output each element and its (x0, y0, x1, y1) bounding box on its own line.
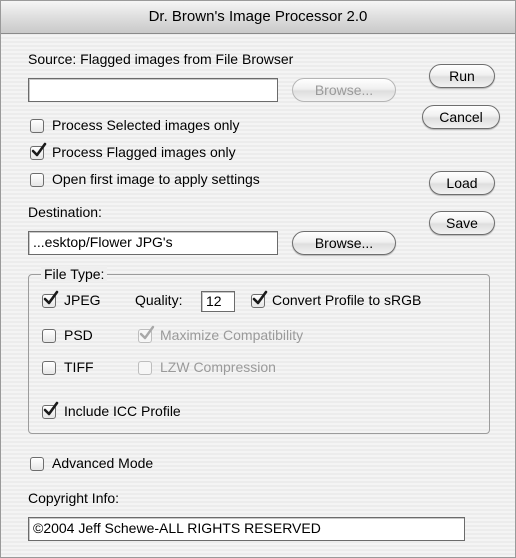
process-selected-label: Process Selected images only (52, 117, 240, 133)
open-first-image-checkbox[interactable] (30, 173, 44, 187)
convert-profile-label: Convert Profile to sRGB (272, 292, 422, 308)
cancel-button[interactable]: Cancel (422, 105, 500, 129)
process-selected-checkbox[interactable] (30, 119, 44, 133)
tiff-checkbox[interactable] (42, 361, 56, 375)
file-type-title: File Type: (41, 266, 108, 282)
maximize-compatibility-checkbox[interactable] (138, 325, 155, 343)
process-flagged-label: Process Flagged images only (52, 144, 236, 160)
copyright-label: Copyright Info: (28, 490, 120, 506)
lzw-compression-label: LZW Compression (160, 359, 276, 375)
psd-checkbox[interactable] (42, 329, 56, 343)
destination-label: Destination: (28, 204, 102, 220)
process-flagged-checkbox[interactable] (30, 142, 47, 160)
image-processor-dialog: Dr. Brown's Image Processor 2.0 Source: … (0, 0, 516, 558)
quality-input[interactable]: 12 (201, 291, 235, 312)
source-path-field[interactable] (28, 78, 278, 102)
quality-label: Quality: (135, 292, 183, 308)
check-mark-icon (139, 325, 155, 340)
load-button[interactable]: Load (429, 171, 495, 195)
maximize-compatibility-label: Maximize Compatibility (160, 327, 304, 343)
open-first-image-label: Open first image to apply settings (52, 171, 260, 187)
jpeg-checkbox[interactable] (42, 290, 59, 308)
destination-path-field[interactable]: ...esktop/Flower JPG's (28, 231, 278, 255)
source-browse-button[interactable]: Browse... (292, 78, 396, 102)
advanced-mode-checkbox[interactable] (30, 457, 44, 471)
check-mark-icon (43, 290, 59, 305)
advanced-mode-label: Advanced Mode (52, 455, 154, 471)
window-title: Dr. Brown's Image Processor 2.0 (1, 1, 515, 34)
save-button[interactable]: Save (429, 211, 495, 235)
run-button[interactable]: Run (429, 64, 495, 88)
source-label: Source: Flagged images from File Browser (28, 51, 294, 67)
include-icc-label: Include ICC Profile (64, 403, 181, 419)
jpeg-label: JPEG (64, 292, 101, 308)
check-mark-icon (252, 290, 268, 305)
tiff-label: TIFF (64, 359, 94, 375)
psd-label: PSD (64, 327, 93, 343)
lzw-compression-checkbox[interactable] (138, 361, 152, 375)
include-icc-checkbox[interactable] (42, 401, 59, 419)
destination-browse-button[interactable]: Browse... (292, 231, 396, 255)
convert-profile-checkbox[interactable] (251, 290, 268, 308)
check-mark-icon (31, 142, 47, 157)
check-mark-icon (43, 401, 59, 416)
copyright-input[interactable]: ©2004 Jeff Schewe-ALL RIGHTS RESERVED (28, 517, 465, 541)
